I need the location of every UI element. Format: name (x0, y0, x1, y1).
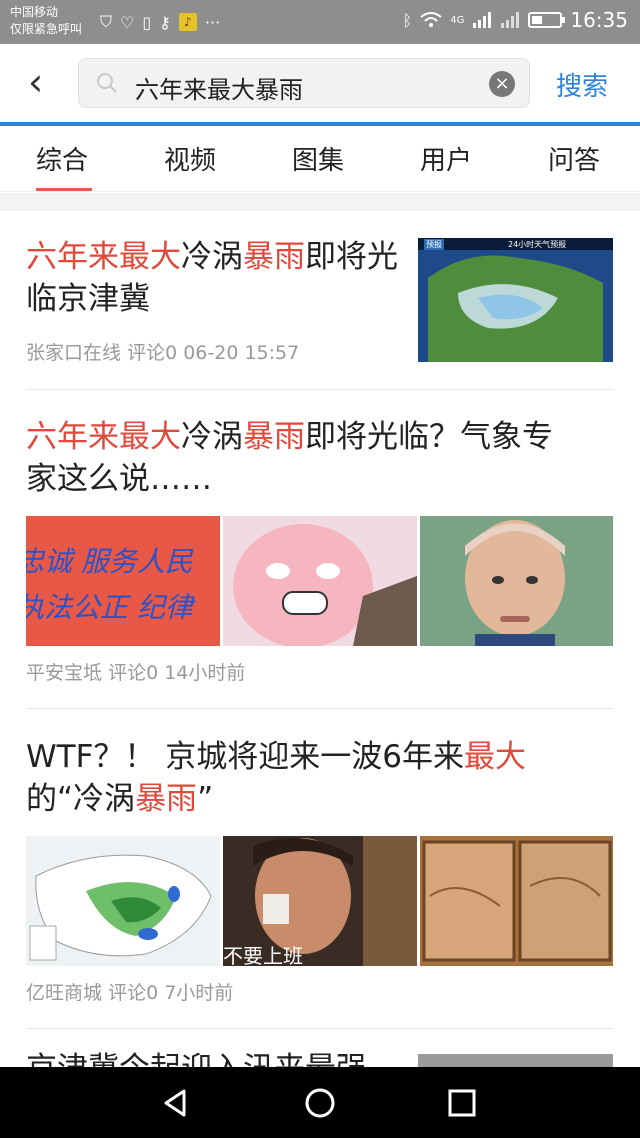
tab-qa[interactable]: 问答 (548, 140, 600, 177)
thumb-badge: 预报 (424, 239, 444, 250)
actor-thumbnail[interactable] (420, 516, 613, 646)
news-thumbnail[interactable] (418, 1054, 613, 1067)
bluetooth-icon: ᛒ (402, 10, 413, 30)
nav-recents-icon[interactable] (444, 1085, 480, 1121)
divider (26, 1028, 614, 1029)
carrier-info: 中国移动 仅限紧急呼叫 (10, 4, 82, 38)
news-time: 06-20 15:57 (183, 342, 300, 364)
carrier-name: 中国移动 (10, 5, 59, 19)
subtitle-text: 不要上班 (223, 944, 303, 966)
clock: 16:35 (570, 8, 628, 32)
weather-map-thumbnail[interactable]: 预报 24小时天气预报 (418, 238, 613, 362)
signal-icon (473, 12, 492, 28)
news-source: 张家口在线 (26, 342, 122, 364)
news-title[interactable]: 六年来最大冷涡暴雨即将光临京津冀 (26, 236, 404, 320)
rain-map-thumbnail[interactable] (26, 836, 220, 966)
system-nav-bar (0, 1067, 640, 1138)
divider (26, 708, 614, 709)
banner-text-2: 执法公正 纪律 (26, 591, 193, 624)
system-icons: ᛒ 4G 16:35 (403, 8, 628, 32)
news-source: 亿旺商城 (26, 982, 103, 1004)
cartoon-thumbnail[interactable] (223, 516, 417, 646)
key-icon: ⚷ (159, 12, 171, 32)
banner-thumbnail[interactable]: 忠诚 服务人民 执法公正 纪律 (26, 516, 220, 646)
news-meta: 亿旺商城 评论0 7小时前 (26, 978, 233, 1005)
battery-small-icon: ▯ (142, 12, 152, 32)
wifi-icon (420, 12, 442, 27)
news-comments: 评论0 (127, 342, 178, 364)
banner-text-1: 忠诚 服务人民 (26, 545, 193, 578)
news-title[interactable]: 六年来最大冷涡暴雨即将光临？气象专 家这么说…… (26, 416, 616, 500)
news-title[interactable]: 京津冀今起迎入汛来最强 (26, 1048, 367, 1067)
signal-2-icon (501, 12, 520, 28)
news-comments: 评论0 (108, 982, 159, 1004)
tab-active-indicator (36, 188, 92, 191)
news-meta: 平安宝坻 评论0 14小时前 (26, 658, 245, 685)
thumb-caption: 24小时天气预报 (508, 240, 567, 249)
battery-icon (528, 12, 566, 28)
search-header: ‹ 六年来最大暴雨 × 搜索 (0, 44, 640, 122)
nav-home-icon[interactable] (302, 1085, 338, 1121)
search-button[interactable]: 搜索 (556, 66, 608, 103)
search-input[interactable]: 六年来最大暴雨 × (78, 58, 530, 108)
section-gap (0, 193, 640, 211)
search-query[interactable]: 六年来最大暴雨 (135, 70, 303, 105)
tab-video[interactable]: 视频 (164, 140, 216, 177)
tab-gallery[interactable]: 图集 (292, 140, 344, 177)
news-time: 14小时前 (164, 662, 246, 684)
clear-icon[interactable]: × (489, 71, 515, 97)
painting-thumbnail[interactable] (420, 836, 613, 966)
back-icon[interactable]: ‹ (28, 62, 43, 102)
search-icon (97, 73, 117, 93)
emergency-only-label: 仅限紧急呼叫 (10, 22, 83, 36)
news-item-partial[interactable]: 京津冀今起迎入汛来最强 (0, 1048, 640, 1067)
status-bar: 中国移动 仅限紧急呼叫 ⛉ ♡ ▯ ⚷ ♪ ··· ᛒ 4G 16:35 (0, 0, 640, 44)
network-type-label: 4G (450, 14, 465, 26)
divider (26, 389, 614, 390)
nav-back-icon[interactable] (158, 1085, 194, 1121)
tab-general[interactable]: 综合 (36, 140, 88, 177)
shield-icon: ⛉ (100, 12, 113, 31)
news-source: 平安宝坻 (26, 662, 103, 684)
more-icon: ··· (204, 12, 221, 32)
heart-icon: ♡ (120, 12, 135, 32)
tab-users[interactable]: 用户 (420, 140, 472, 177)
music-icon: ♪ (178, 13, 197, 31)
news-meta: 张家口在线 评论0 06-20 15:57 (26, 338, 299, 365)
news-time: 7小时前 (164, 982, 234, 1004)
tab-bar: 综合 视频 图集 用户 问答 (0, 126, 640, 192)
news-comments: 评论0 (108, 662, 159, 684)
movie-still-thumbnail[interactable]: 不要上班 (223, 836, 417, 966)
notification-icons: ⛉ ♡ ▯ ⚷ ♪ ··· (100, 12, 220, 32)
news-title[interactable]: WTF？！ 京城将迎来一波6年来最大 的“冷涡暴雨” (26, 736, 616, 820)
